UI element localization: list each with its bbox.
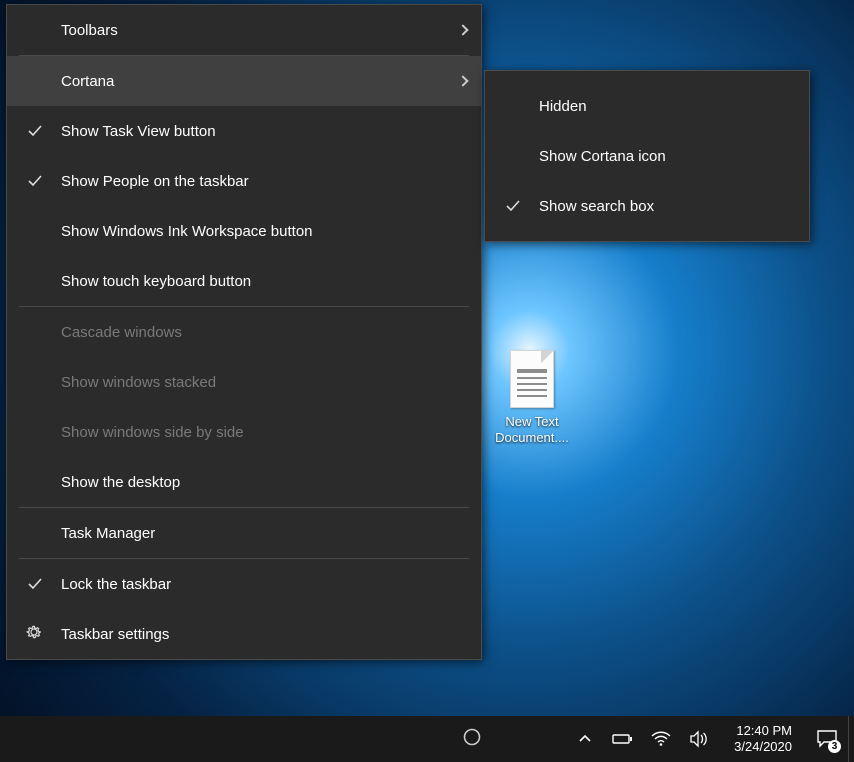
cortana-submenu: Hidden Show Cortana icon Show search box <box>484 70 810 242</box>
menu-label: Show windows side by side <box>61 424 244 441</box>
taskbar-context-menu: Toolbars Cortana Show Task View button S… <box>6 4 482 660</box>
menu-label: Show People on the taskbar <box>61 173 249 190</box>
battery-icon[interactable] <box>612 728 634 750</box>
system-tray: 12:40 PM 3/24/2020 3 <box>564 723 848 754</box>
menu-item-windows-stacked: Show windows stacked <box>7 357 481 407</box>
check-icon <box>27 123 43 139</box>
notification-badge: 3 <box>828 740 841 753</box>
chevron-right-icon <box>457 75 468 86</box>
menu-item-windows-side-by-side: Show windows side by side <box>7 407 481 457</box>
menu-item-show-touch-keyboard[interactable]: Show touch keyboard button <box>7 256 481 306</box>
gear-icon <box>25 623 43 645</box>
menu-label: Lock the taskbar <box>61 576 171 593</box>
menu-label: Cascade windows <box>61 324 182 341</box>
check-icon <box>27 576 43 592</box>
menu-label: Task Manager <box>61 525 155 542</box>
menu-item-lock-taskbar[interactable]: Lock the taskbar <box>7 559 481 609</box>
menu-label: Show the desktop <box>61 474 180 491</box>
menu-label: Hidden <box>539 98 587 115</box>
menu-label: Show Cortana icon <box>539 148 666 165</box>
chevron-right-icon <box>457 24 468 35</box>
check-icon <box>27 173 43 189</box>
menu-label: Taskbar settings <box>61 626 169 643</box>
menu-label: Show search box <box>539 198 654 215</box>
submenu-item-show-search-box[interactable]: Show search box <box>485 181 809 231</box>
menu-item-show-the-desktop[interactable]: Show the desktop <box>7 457 481 507</box>
menu-item-cascade-windows: Cascade windows <box>7 307 481 357</box>
volume-icon[interactable] <box>688 728 710 750</box>
desktop-file-new-text-document[interactable]: New Text Document.... <box>492 350 572 445</box>
menu-label: Show touch keyboard button <box>61 273 251 290</box>
menu-label: Show Task View button <box>61 123 216 140</box>
clock-date: 3/24/2020 <box>734 739 792 755</box>
show-desktop-button[interactable] <box>848 716 854 762</box>
taskbar[interactable]: 12:40 PM 3/24/2020 3 <box>0 716 854 762</box>
menu-item-show-task-view[interactable]: Show Task View button <box>7 106 481 156</box>
menu-label: Show windows stacked <box>61 374 216 391</box>
submenu-item-show-cortana-icon[interactable]: Show Cortana icon <box>485 131 809 181</box>
tray-overflow-icon[interactable] <box>574 728 596 750</box>
menu-item-task-manager[interactable]: Task Manager <box>7 508 481 558</box>
menu-item-show-people[interactable]: Show People on the taskbar <box>7 156 481 206</box>
cortana-taskbar-icon[interactable] <box>462 727 482 752</box>
desktop-file-label: New Text Document.... <box>492 414 572 445</box>
action-center-icon[interactable]: 3 <box>816 728 838 750</box>
menu-item-toolbars[interactable]: Toolbars <box>7 5 481 55</box>
menu-label: Cortana <box>61 73 114 90</box>
menu-item-taskbar-settings[interactable]: Taskbar settings <box>7 609 481 659</box>
menu-item-show-ink-workspace[interactable]: Show Windows Ink Workspace button <box>7 206 481 256</box>
clock-time: 12:40 PM <box>734 723 792 739</box>
menu-label: Show Windows Ink Workspace button <box>61 223 313 240</box>
text-file-icon <box>510 350 554 408</box>
wifi-icon[interactable] <box>650 728 672 750</box>
menu-item-cortana[interactable]: Cortana <box>7 56 481 106</box>
taskbar-clock[interactable]: 12:40 PM 3/24/2020 <box>726 723 800 754</box>
check-icon <box>505 198 521 214</box>
menu-label: Toolbars <box>61 22 118 39</box>
submenu-item-hidden[interactable]: Hidden <box>485 81 809 131</box>
